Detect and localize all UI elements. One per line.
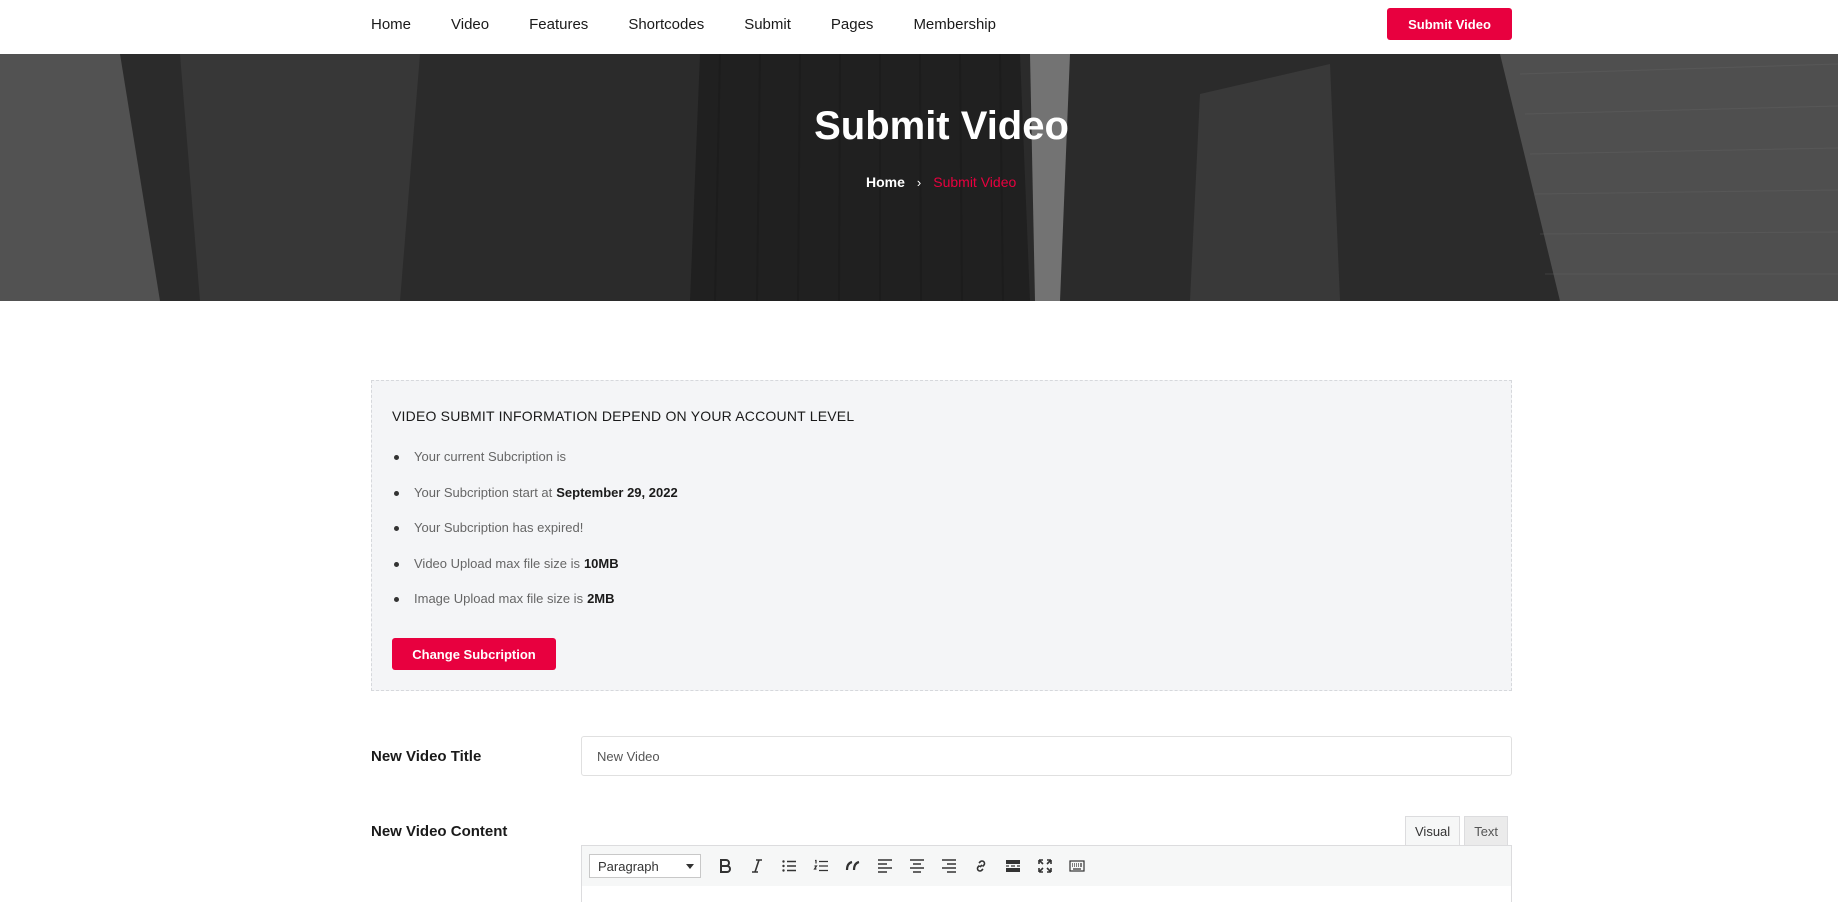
- chevron-right-icon: ›: [916, 174, 922, 190]
- info-text: Your current Subcription is: [414, 449, 566, 464]
- nav-link-video[interactable]: Video: [451, 16, 489, 33]
- editor-content-area[interactable]: [581, 886, 1512, 902]
- bullet-icon: [394, 490, 399, 496]
- subscription-info-box: VIDEO SUBMIT INFORMATION DEPEND ON YOUR …: [371, 380, 1512, 691]
- breadcrumb: Home › Submit Video: [866, 174, 1016, 190]
- bullet-icon: [394, 561, 399, 567]
- blockquote-icon[interactable]: [837, 852, 869, 880]
- video-max-size: 10MB: [583, 555, 619, 571]
- caret-down-icon: [686, 863, 694, 869]
- breadcrumb-home-link[interactable]: Home: [866, 174, 905, 190]
- breadcrumb-current: Submit Video: [933, 174, 1017, 190]
- read-more-icon[interactable]: [997, 852, 1029, 880]
- change-subscription-button[interactable]: Change Subcription: [392, 638, 556, 670]
- format-select[interactable]: Paragraph: [589, 854, 701, 878]
- list-item: Your current Subcription is: [392, 449, 678, 485]
- info-text: Your Subcription start at: [414, 484, 553, 500]
- align-center-icon[interactable]: [901, 852, 933, 880]
- editor-toolbar: Paragraph: [581, 845, 1512, 887]
- tab-visual[interactable]: Visual: [1405, 816, 1461, 846]
- video-title-input[interactable]: [581, 736, 1512, 776]
- list-item: Video Upload max file size is 10MB: [392, 556, 678, 592]
- submit-video-button[interactable]: Submit Video: [1387, 8, 1512, 40]
- nav-links: Home Video Features Shortcodes Submit Pa…: [371, 0, 1036, 48]
- image-max-size: 2MB: [587, 591, 615, 606]
- nav-link-submit[interactable]: Submit: [744, 16, 791, 33]
- info-heading: VIDEO SUBMIT INFORMATION DEPEND ON YOUR …: [392, 408, 855, 424]
- bold-icon[interactable]: [709, 852, 741, 880]
- toolbar-toggle-icon[interactable]: [1061, 852, 1093, 880]
- tab-text[interactable]: Text: [1464, 816, 1509, 846]
- nav-link-home[interactable]: Home: [371, 16, 411, 33]
- nav-link-shortcodes[interactable]: Shortcodes: [628, 16, 704, 33]
- nav-link-membership[interactable]: Membership: [913, 16, 996, 33]
- top-navigation: Home Video Features Shortcodes Submit Pa…: [0, 0, 1838, 54]
- align-left-icon[interactable]: [869, 852, 901, 880]
- link-icon[interactable]: [965, 852, 997, 880]
- nav-link-pages[interactable]: Pages: [831, 16, 874, 33]
- nav-link-features[interactable]: Features: [529, 16, 588, 33]
- align-right-icon[interactable]: [933, 852, 965, 880]
- list-item: Image Upload max file size is 2MB: [392, 591, 678, 627]
- info-text: Video Upload max file size is: [414, 555, 580, 571]
- numbered-list-icon[interactable]: [805, 852, 837, 880]
- bullet-list-icon[interactable]: [773, 852, 805, 880]
- info-list: Your current Subcription is Your Subcrip…: [392, 449, 678, 627]
- subscription-start-date: September 29, 2022: [556, 484, 678, 500]
- info-text: Image Upload max file size is: [414, 591, 584, 606]
- bullet-icon: [394, 455, 399, 460]
- format-select-value: Paragraph: [598, 858, 659, 874]
- bullet-icon: [394, 597, 399, 602]
- video-content-label: New Video Content: [371, 823, 508, 840]
- bullet-icon: [394, 526, 399, 531]
- info-text: Your Subcription has expired!: [414, 520, 584, 535]
- page-title: Submit Video: [814, 104, 1069, 148]
- fullscreen-icon[interactable]: [1029, 852, 1061, 880]
- video-title-label: New Video Title: [371, 748, 482, 765]
- list-item: Your Subcription start at September 29, …: [392, 485, 678, 521]
- page-hero: Submit Video Home › Submit Video: [0, 54, 1838, 301]
- list-item: Your Subcription has expired!: [392, 520, 678, 556]
- italic-icon[interactable]: [741, 852, 773, 880]
- editor-tabs: Visual Text: [1405, 816, 1509, 846]
